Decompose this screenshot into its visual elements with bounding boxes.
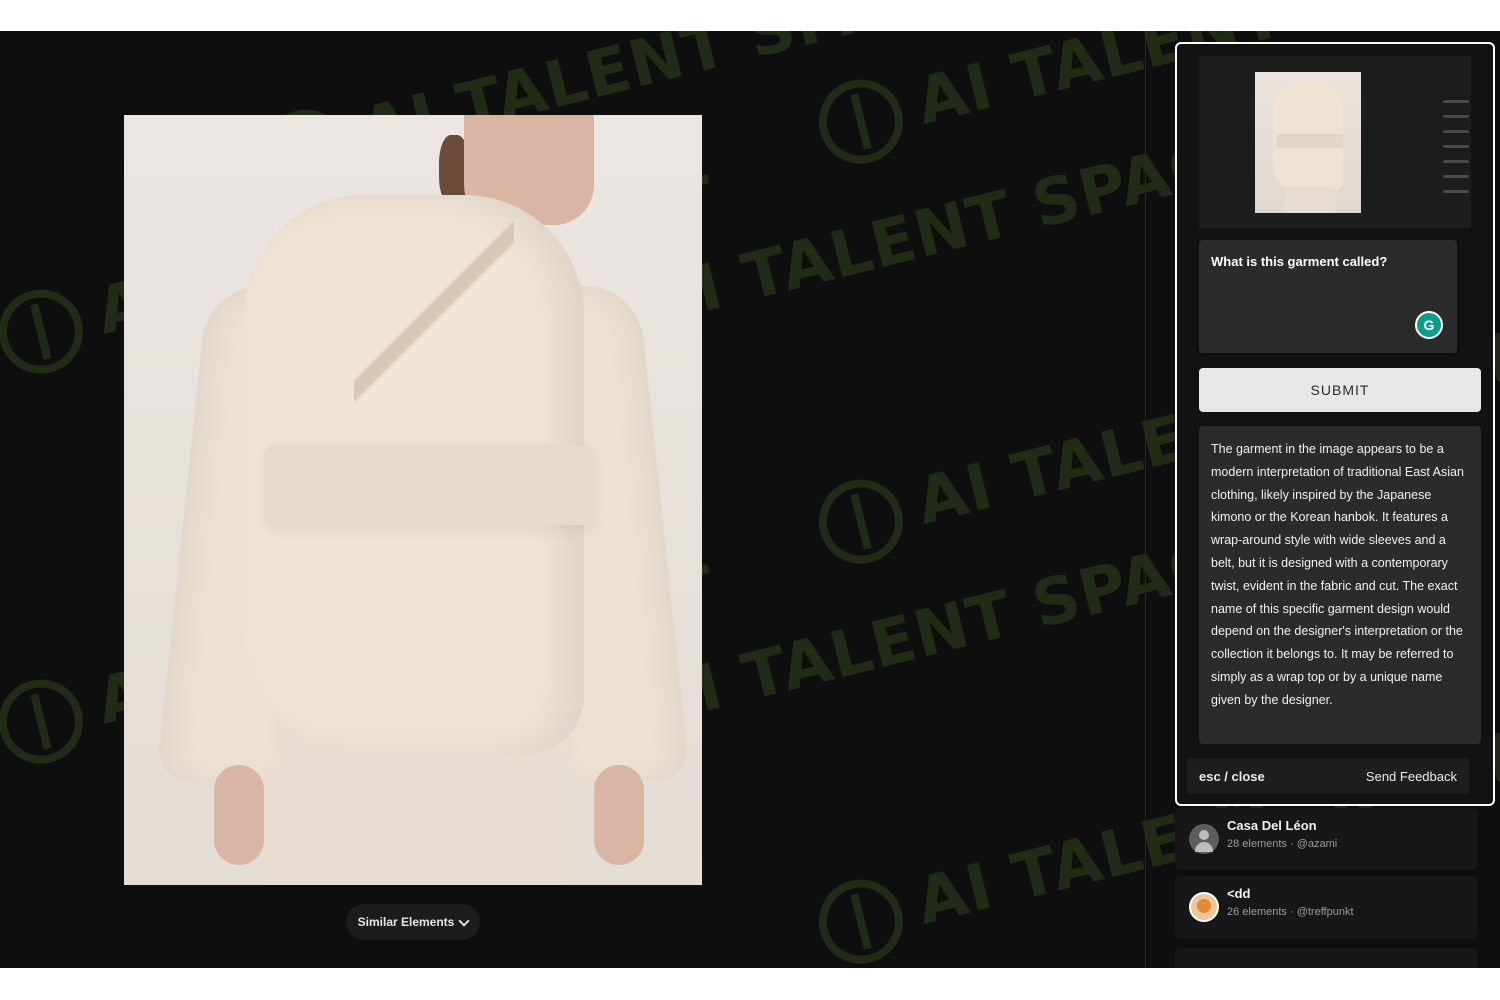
photo-collar <box>354 185 514 455</box>
garment-photo[interactable] <box>124 115 702 885</box>
screenshot-thumbnail <box>1199 56 1471 228</box>
collection-name: Casa Del Léon <box>1227 818 1317 833</box>
send-feedback-button[interactable]: Send Feedback <box>1366 769 1457 784</box>
question-text: What is this garment called? <box>1211 254 1388 269</box>
collection-meta: 28 elements · @azami <box>1227 838 1338 850</box>
close-button[interactable]: esc / close <box>1199 769 1265 784</box>
panel-divider <box>1145 31 1146 968</box>
question-input[interactable]: What is this garment called? G <box>1199 240 1457 353</box>
photo-belt <box>264 445 594 525</box>
brain-logo-icon <box>810 870 912 968</box>
ask-ai-panel: What is this garment called? G SUBMIT Th… <box>1175 42 1495 806</box>
collection-meta: 26 elements · @treffpunkt <box>1227 906 1354 918</box>
similar-elements-label: Similar Elements <box>357 915 455 929</box>
thumbnail-sidebar-list <box>1443 100 1469 205</box>
brain-logo-icon <box>0 280 92 383</box>
brain-logo-icon <box>0 670 92 773</box>
collection-card[interactable]: <dd 26 elements · @treffpunkt <box>1175 876 1478 938</box>
brain-logo-icon <box>810 470 912 573</box>
thumbnail-garment-image <box>1255 72 1361 213</box>
photo-hand-right <box>594 765 644 865</box>
brain-logo-icon <box>810 70 912 173</box>
avatar <box>1189 824 1219 854</box>
photo-hand-left <box>214 765 264 865</box>
grammarly-icon[interactable]: G <box>1415 311 1443 339</box>
app-window: AI TALENT SPACE AI TALENT SPACE AI TALEN… <box>0 31 1500 968</box>
submit-button[interactable]: SUBMIT <box>1199 368 1481 412</box>
chevron-down-icon <box>458 914 471 927</box>
collection-card[interactable]: Casa Del Léon 28 elements · @azami <box>1175 808 1478 870</box>
collection-card[interactable] <box>1175 948 1478 968</box>
panel-footer: esc / close Send Feedback <box>1187 758 1469 794</box>
thumbnail-belt <box>1277 134 1343 148</box>
thumbnail-skirt <box>1285 187 1335 213</box>
answer-text: The garment in the image appears to be a… <box>1199 426 1481 744</box>
collection-name: <dd <box>1227 886 1251 901</box>
similar-elements-button[interactable]: Similar Elements <box>346 904 480 940</box>
avatar <box>1189 892 1219 922</box>
